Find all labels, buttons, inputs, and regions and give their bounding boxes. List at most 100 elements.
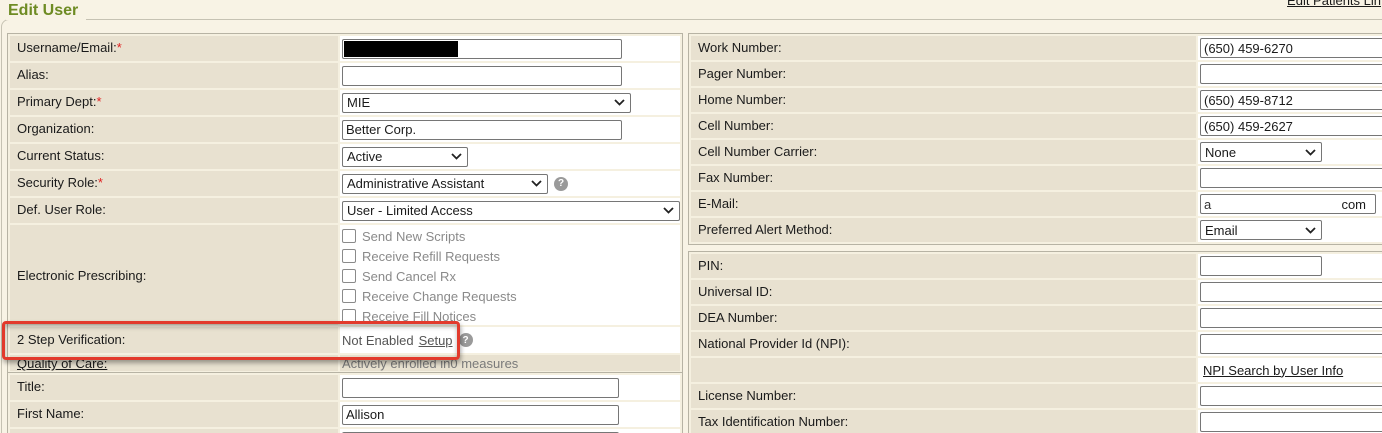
current-status-selected: Active — [347, 149, 382, 164]
title-input[interactable] — [342, 378, 619, 398]
form-row-primary-dept: Primary Dept:* MIE — [10, 90, 680, 115]
quality-of-care-link-label[interactable]: Quality of Care: — [10, 355, 338, 371]
edit-patients-link[interactable]: Edit Patients Lin — [1287, 0, 1381, 8]
two-step-setup-link[interactable]: Setup — [419, 333, 453, 348]
work-number-input[interactable] — [1200, 38, 1382, 58]
organization-input[interactable] — [342, 120, 622, 140]
provider-ids-table: PIN: Universal ID: DEA Number: National … — [688, 251, 1382, 433]
def-user-role-select[interactable]: User - Limited Access — [342, 201, 680, 221]
form-row-npi: National Provider Id (NPI): — [691, 332, 1382, 356]
send-cancel-rx-checkbox[interactable] — [342, 269, 356, 283]
license-number-label: License Number: — [691, 384, 1196, 408]
form-row-dea-number: DEA Number: — [691, 306, 1382, 330]
checkbox-row: Send Cancel Rx — [342, 266, 678, 286]
receive-refill-requests-checkbox[interactable] — [342, 249, 356, 263]
primary-dept-select[interactable]: MIE — [342, 93, 631, 113]
email-visible-end: com — [1341, 197, 1372, 212]
first-name-label: First Name: — [10, 402, 338, 427]
preferred-alert-label: Preferred Alert Method: — [691, 218, 1196, 242]
pin-input[interactable] — [1200, 256, 1322, 276]
npi-label: National Provider Id (NPI): — [691, 332, 1196, 356]
pager-number-label: Pager Number: — [691, 62, 1196, 86]
universal-id-label: Universal ID: — [691, 280, 1196, 304]
security-role-label: Security Role:* — [10, 171, 338, 196]
tax-id-input[interactable] — [1200, 412, 1382, 432]
form-row-home-number: Home Number: — [691, 88, 1382, 112]
primary-dept-selected: MIE — [347, 95, 370, 110]
form-row-cell-number: Cell Number: — [691, 114, 1382, 138]
two-step-label: 2 Step Verification: — [10, 327, 338, 353]
form-row-organization: Organization: — [10, 117, 680, 142]
checkbox-label: Receive Refill Requests — [362, 249, 500, 264]
security-role-selected: Administrative Assistant — [347, 176, 484, 191]
form-row-def-user-role: Def. User Role: User - Limited Access — [10, 198, 680, 223]
npi-search-empty-label — [691, 358, 1196, 382]
pin-label: PIN: — [691, 254, 1196, 278]
form-row-email: E-Mail: a com — [691, 192, 1382, 216]
chevron-down-icon — [1305, 149, 1316, 156]
send-new-scripts-checkbox[interactable] — [342, 229, 356, 243]
title-label: Title: — [10, 375, 338, 400]
npi-search-link[interactable]: NPI Search by User Info — [1203, 363, 1343, 378]
email-visible-start: a — [1204, 197, 1211, 212]
receive-fill-notices-checkbox[interactable] — [342, 309, 356, 323]
first-name-input[interactable] — [342, 405, 619, 425]
checkbox-label: Send Cancel Rx — [362, 269, 456, 284]
alias-input[interactable] — [342, 66, 622, 86]
pager-number-input[interactable] — [1200, 64, 1382, 84]
home-number-input[interactable] — [1200, 90, 1382, 110]
form-row-electronic-prescribing: Electronic Prescribing: Send New Scripts… — [10, 225, 680, 325]
form-row-tax-id: Tax Identification Number: — [691, 410, 1382, 433]
preferred-alert-select[interactable]: Email — [1200, 220, 1322, 240]
page-title: Edit User — [6, 2, 86, 20]
home-number-label: Home Number: — [691, 88, 1196, 112]
email-input[interactable]: a com — [1200, 194, 1376, 214]
quality-of-care-value: Actively enrolled in0 measures — [340, 355, 680, 371]
fax-number-input[interactable] — [1200, 168, 1382, 188]
email-label: E-Mail: — [691, 192, 1196, 216]
work-number-label: Work Number: — [691, 36, 1196, 60]
electronic-prescribing-label: Electronic Prescribing: — [10, 225, 338, 325]
checkbox-label: Send New Scripts — [362, 229, 465, 244]
checkbox-row: Receive Change Requests — [342, 286, 678, 306]
two-step-status: Not Enabled — [342, 333, 414, 348]
checkbox-row: Receive Refill Requests — [342, 246, 678, 266]
organization-label: Organization: — [10, 117, 338, 142]
cell-carrier-select[interactable]: None — [1200, 142, 1322, 162]
form-row-preferred-alert: Preferred Alert Method: Email — [691, 218, 1382, 242]
form-row-fax-number: Fax Number: — [691, 166, 1382, 190]
required-asterisk: * — [117, 40, 122, 55]
contact-info-table: Work Number: Pager Number: Home Number: … — [688, 33, 1382, 245]
license-number-input[interactable] — [1200, 386, 1382, 406]
form-row-security-role: Security Role:* Administrative Assistant… — [10, 171, 680, 196]
username-input[interactable] — [342, 39, 622, 59]
universal-id-input[interactable] — [1200, 282, 1382, 302]
form-row-username: Username/Email:* — [10, 36, 680, 61]
chevron-down-icon — [531, 180, 542, 187]
current-status-label: Current Status: — [10, 144, 338, 169]
alias-label: Alias: — [10, 63, 338, 88]
checkbox-label: Receive Fill Notices — [362, 309, 476, 324]
security-role-select[interactable]: Administrative Assistant — [342, 174, 548, 194]
dea-number-label: DEA Number: — [691, 306, 1196, 330]
dea-number-input[interactable] — [1200, 308, 1382, 328]
chevron-down-icon — [614, 99, 625, 106]
form-row-cutoff — [10, 429, 680, 433]
cell-carrier-selected: None — [1205, 145, 1236, 160]
required-asterisk: * — [96, 94, 101, 109]
checkbox-row: Send New Scripts — [342, 226, 678, 246]
chevron-down-icon — [451, 153, 462, 160]
preferred-alert-selected: Email — [1205, 223, 1238, 238]
npi-input[interactable] — [1200, 334, 1382, 354]
chevron-down-icon — [1305, 227, 1316, 234]
form-row-cell-carrier: Cell Number Carrier: None — [691, 140, 1382, 164]
cell-number-input[interactable] — [1200, 116, 1382, 136]
help-icon[interactable]: ? — [554, 177, 568, 191]
form-row-work-number: Work Number: — [691, 36, 1382, 60]
help-icon[interactable]: ? — [459, 333, 473, 347]
form-row-alias: Alias: — [10, 63, 680, 88]
receive-change-requests-checkbox[interactable] — [342, 289, 356, 303]
redaction-overlay — [344, 41, 458, 57]
current-status-select[interactable]: Active — [342, 147, 468, 167]
user-account-table: Username/Email:* Alias: Primary Dept:* M… — [7, 33, 683, 374]
